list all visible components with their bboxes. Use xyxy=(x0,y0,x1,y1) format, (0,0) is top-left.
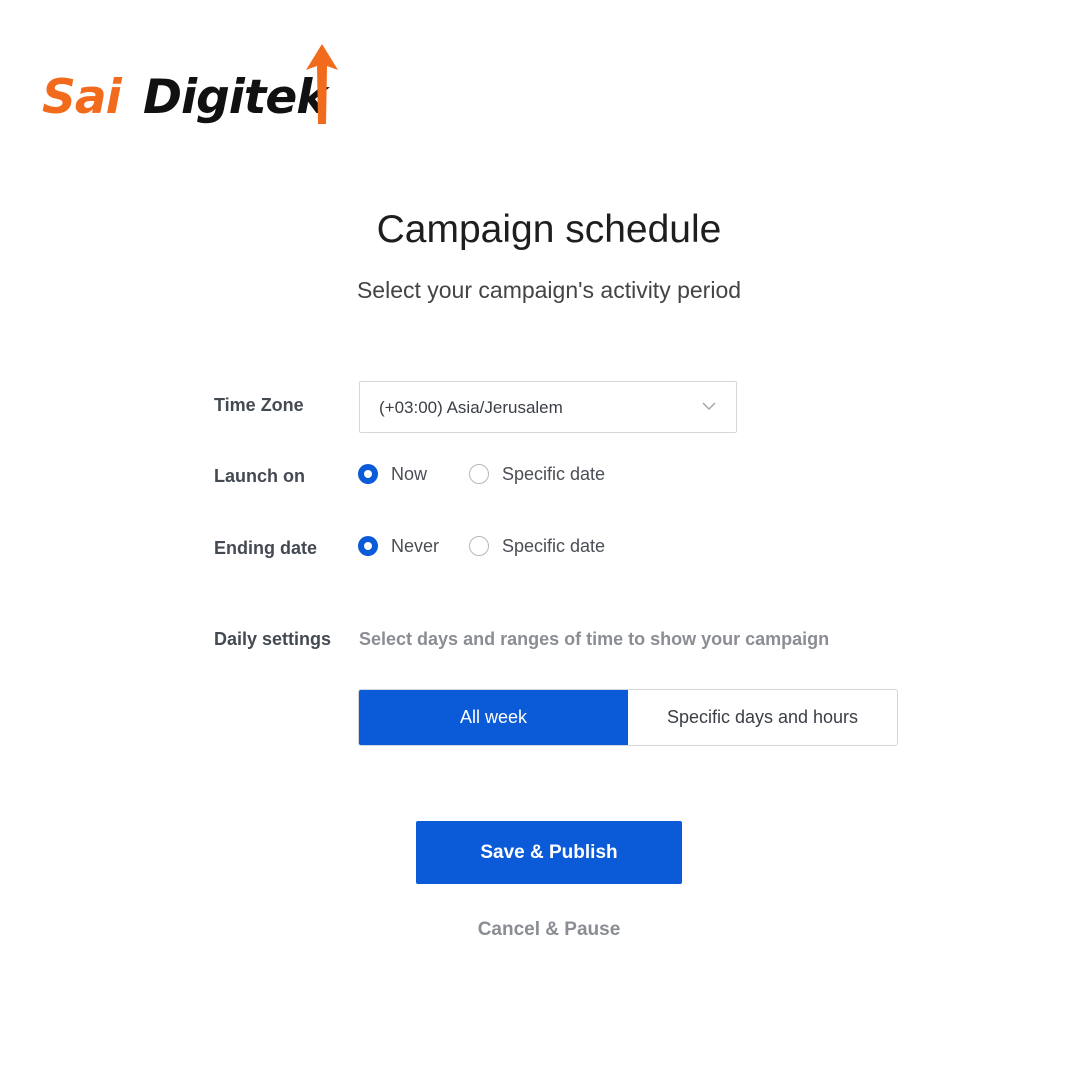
daily-settings-description: Select days and ranges of time to show y… xyxy=(359,629,830,649)
cancel-pause-link[interactable]: Cancel & Pause xyxy=(416,919,682,941)
up-arrow-icon xyxy=(306,44,338,124)
ending-date-label: Ending date xyxy=(214,538,317,558)
time-zone-value: (+03:00) Asia/Jerusalem xyxy=(379,398,563,417)
chevron-down-icon xyxy=(702,402,716,411)
radio-label: Now xyxy=(391,464,428,484)
daily-settings-label: Daily settings xyxy=(214,629,332,649)
logo-text-sai: Sai xyxy=(42,70,122,125)
radio-label: Specific date xyxy=(502,464,606,484)
radio-label: Never xyxy=(391,536,440,556)
save-publish-button[interactable]: Save & Publish xyxy=(416,821,682,884)
launch-now-radio[interactable]: Now xyxy=(358,462,438,486)
all-week-tab[interactable]: All week xyxy=(359,690,628,745)
radio-label: Specific date xyxy=(502,536,606,556)
time-zone-select[interactable]: (+03:00) Asia/Jerusalem xyxy=(359,381,737,433)
page-title: Campaign schedule xyxy=(376,208,722,251)
launch-on-label: Launch on xyxy=(214,466,305,486)
specific-days-hours-tab[interactable]: Specific days and hours xyxy=(628,690,897,745)
daily-settings-toggle: All week Specific days and hours xyxy=(358,689,898,746)
brand-logo: Sai Digitek xyxy=(40,40,350,140)
time-zone-label: Time Zone xyxy=(214,395,304,415)
radio-unselected-icon xyxy=(469,536,489,556)
ending-never-radio[interactable]: Never xyxy=(358,534,448,558)
ending-specific-date-radio[interactable]: Specific date xyxy=(469,534,629,558)
radio-selected-icon xyxy=(358,464,378,484)
logo-text-digitek: Digitek xyxy=(143,70,327,125)
page-subtitle: Select your campaign's activity period xyxy=(356,277,742,303)
radio-selected-icon xyxy=(358,536,378,556)
radio-unselected-icon xyxy=(469,464,489,484)
launch-specific-date-radio[interactable]: Specific date xyxy=(469,462,629,486)
